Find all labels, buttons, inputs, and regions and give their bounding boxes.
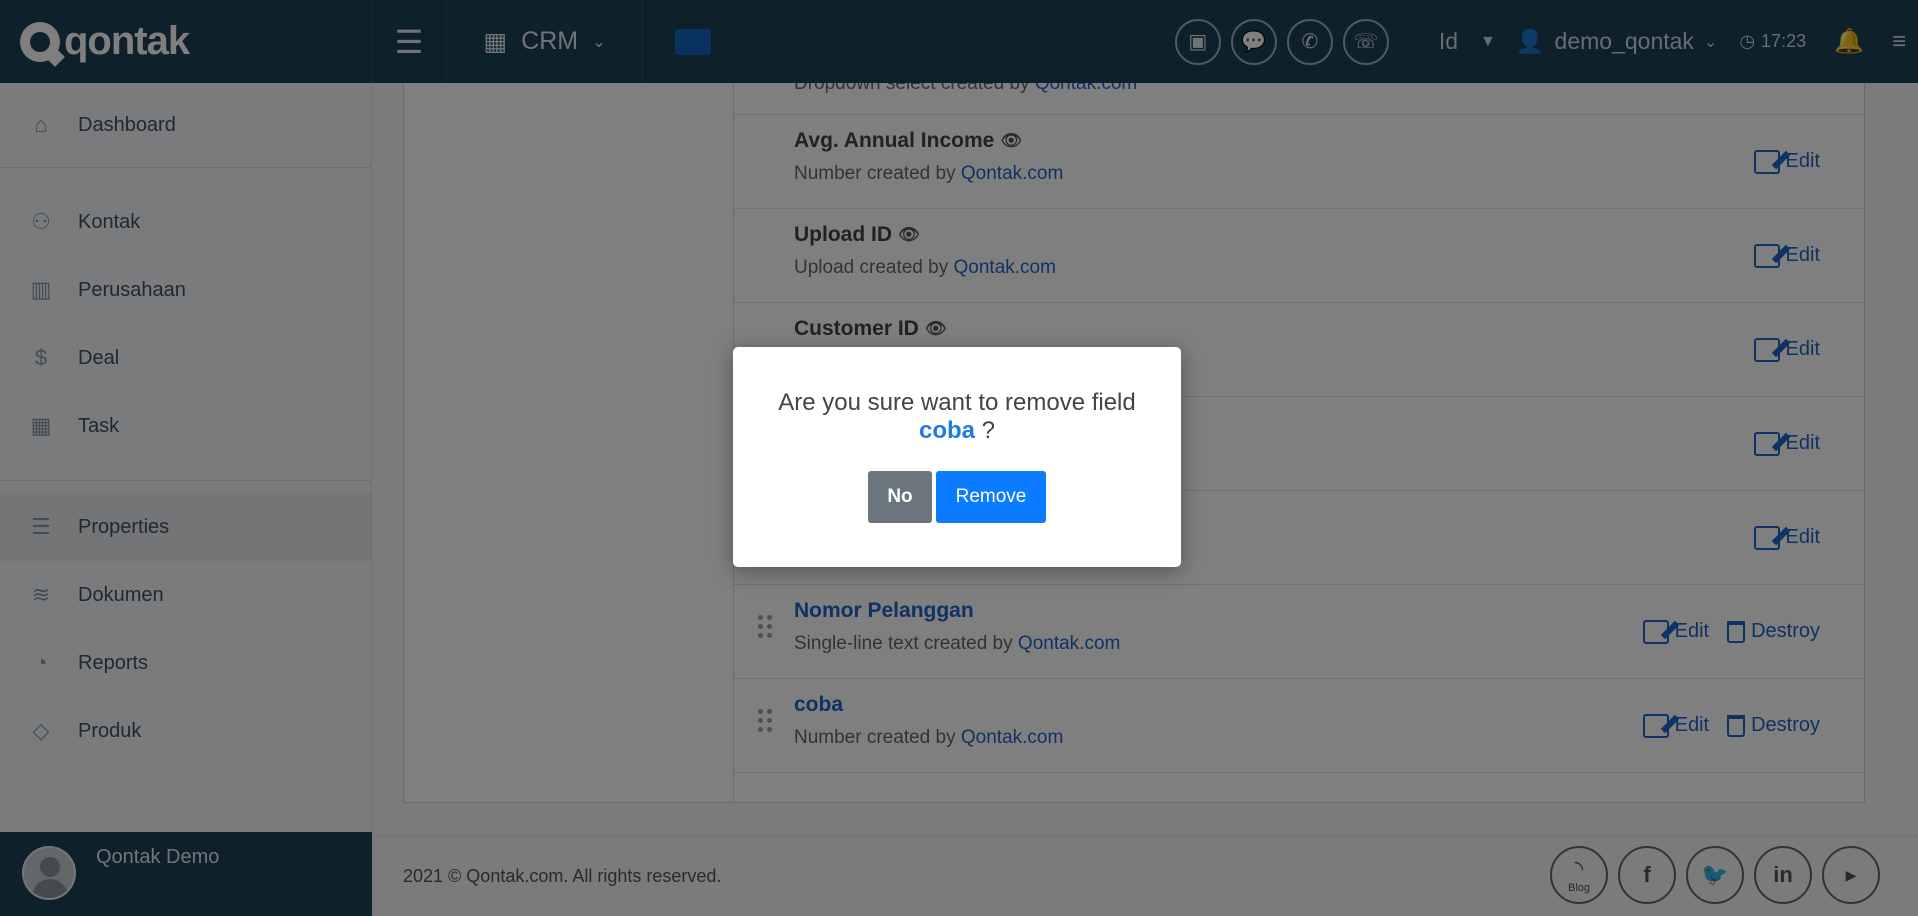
remove-button[interactable]: Remove xyxy=(936,471,1046,523)
confirm-remove-dialog: Are you sure want to remove field coba ?… xyxy=(733,347,1181,567)
dialog-question: Are you sure want to remove field xyxy=(778,389,1136,416)
dialog-question-mark: ? xyxy=(981,417,996,444)
dialog-message: Are you sure want to remove field coba ? xyxy=(733,389,1181,445)
dialog-field-name: coba xyxy=(918,417,975,444)
no-button[interactable]: No xyxy=(868,471,932,523)
